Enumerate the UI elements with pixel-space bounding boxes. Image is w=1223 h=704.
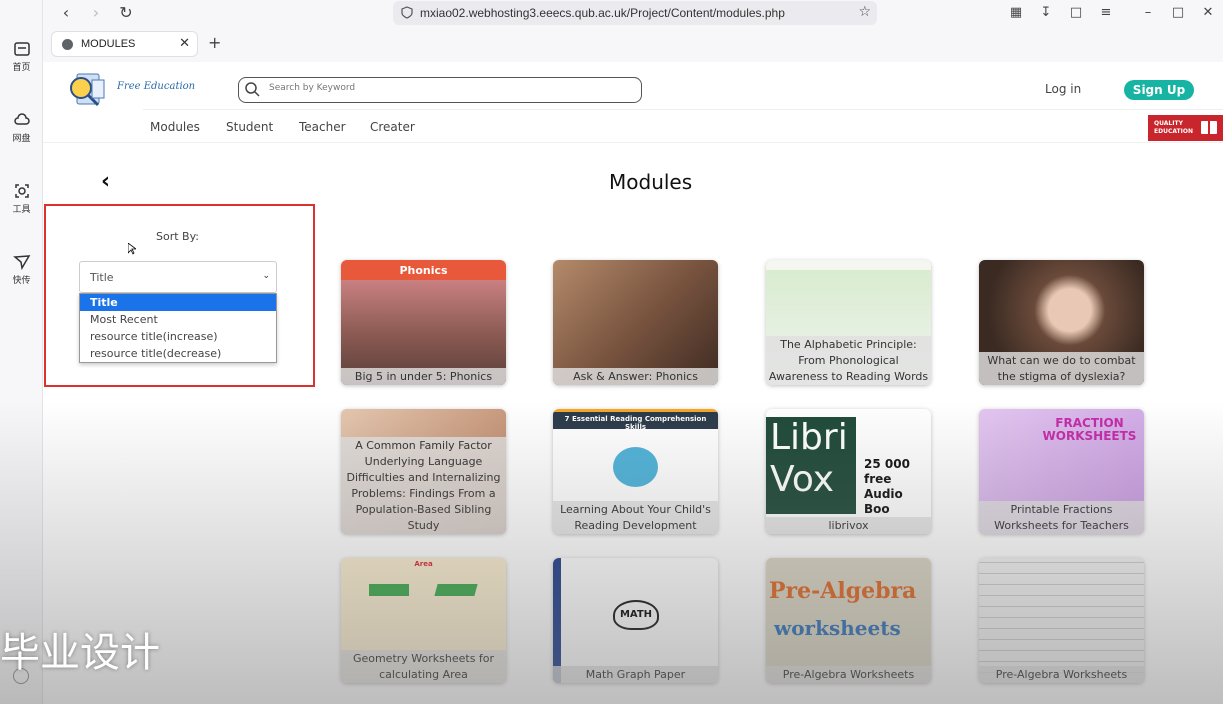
logo-icon[interactable] xyxy=(65,68,111,110)
new-tab-icon[interactable]: + xyxy=(208,33,221,52)
minimize-icon[interactable]: – xyxy=(1140,5,1156,21)
browser-sidebar: 首页 网盘 工具 快传 xyxy=(0,0,43,704)
card-thumbnail xyxy=(341,260,506,385)
card-caption: The Alphabetic Principle: From Phonologi… xyxy=(766,336,931,385)
book-icon xyxy=(1201,121,1217,134)
menu-icon[interactable]: ≡ xyxy=(1098,5,1114,21)
signup-button[interactable]: Sign Up xyxy=(1124,80,1194,100)
url-text: mxiao02.webhosting3.eeecs.qub.ac.uk/Proj… xyxy=(420,6,785,20)
mouse-cursor-icon xyxy=(128,243,136,255)
page-title: Modules xyxy=(609,170,693,194)
globe-icon xyxy=(62,39,73,50)
module-card[interactable]: What can we do to combat the stigma of d… xyxy=(979,260,1144,385)
brain-icon xyxy=(613,447,658,487)
nav-modules[interactable]: Modules xyxy=(150,120,200,134)
cloud-icon xyxy=(13,113,30,125)
nav-creater[interactable]: Creater xyxy=(370,120,415,134)
tools-icon xyxy=(14,184,29,198)
search-input[interactable] xyxy=(269,83,629,93)
close-window-icon[interactable]: ✕ xyxy=(1200,5,1216,21)
card-caption: Big 5 in under 5: Phonics xyxy=(341,368,506,385)
search-box[interactable] xyxy=(238,77,642,103)
login-link[interactable]: Log in xyxy=(1045,82,1081,96)
card-caption: Pre-Algebra Worksheets xyxy=(766,666,931,683)
address-bar[interactable]: mxiao02.webhosting3.eeecs.qub.ac.uk/Proj… xyxy=(393,1,877,25)
chevron-down-icon: ⌄ xyxy=(262,271,270,281)
search-icon xyxy=(245,82,260,97)
module-card[interactable]: The Alphabetic Principle: From Phonologi… xyxy=(766,260,931,385)
module-card[interactable]: 7 Essential Reading Comprehension Skills… xyxy=(553,409,718,534)
website: Free Education Log in Sign Up Modules St… xyxy=(43,62,1223,704)
card-caption: Geometry Worksheets for calculating Area xyxy=(341,650,506,683)
forward-nav-icon[interactable]: › xyxy=(87,4,105,22)
send-icon xyxy=(12,255,30,271)
bookmark-star-icon[interactable]: ☆ xyxy=(858,4,871,20)
module-card[interactable]: MATH Math Graph Paper xyxy=(553,558,718,683)
sidebar-item-send[interactable]: 快传 xyxy=(0,253,43,286)
card-thumbnail xyxy=(979,558,1144,683)
home-icon xyxy=(13,42,30,56)
shield-icon xyxy=(401,6,413,19)
sort-option-most-recent[interactable]: Most Recent xyxy=(80,311,276,328)
quality-education-badge: QUALITY EDUCATION xyxy=(1148,115,1223,141)
card-caption: Ask & Answer: Phonics xyxy=(553,368,718,385)
nav-student[interactable]: Student xyxy=(226,120,273,134)
logo-text[interactable]: Free Education xyxy=(117,81,195,92)
librivox-logo: Libri Vox xyxy=(766,417,856,514)
tab-title: MODULES xyxy=(81,38,136,50)
close-tab-icon[interactable]: ✕ xyxy=(179,36,190,51)
download-icon[interactable]: ↧ xyxy=(1038,5,1054,21)
card-caption: Pre-Algebra Worksheets xyxy=(979,666,1144,683)
sort-dropdown: Title Most Recent resource title(increas… xyxy=(79,293,277,363)
sidebar-item-tools[interactable]: 工具 xyxy=(0,182,43,215)
restore-icon[interactable]: □ xyxy=(1170,5,1186,21)
card-caption: Printable Fractions Worksheets for Teach… xyxy=(979,501,1144,534)
overlay-caption: 毕业设计 xyxy=(0,630,160,676)
browser-tab[interactable]: MODULES ✕ xyxy=(51,31,198,57)
module-card[interactable]: Area Geometry Worksheets for calculating… xyxy=(341,558,506,683)
reload-icon[interactable]: ↻ xyxy=(117,4,135,22)
module-card[interactable]: Libri Vox 25 000 free Audio Boo librivox xyxy=(766,409,931,534)
bookmarks-icon[interactable]: □ xyxy=(1068,5,1084,21)
sidebar-item-cloud[interactable]: 网盘 xyxy=(0,111,43,144)
card-caption: Learning About Your Child's Reading Deve… xyxy=(553,501,718,534)
divider xyxy=(143,109,1223,110)
back-nav-icon[interactable]: ‹ xyxy=(57,4,75,22)
sidebar-item-home[interactable]: 首页 xyxy=(0,40,43,73)
sort-option-title-increase[interactable]: resource title(increase) xyxy=(80,328,276,345)
card-caption: A Common Family Factor Underlying Langua… xyxy=(341,437,506,534)
module-card[interactable]: Pre-Algebra worksheets Pre-Algebra Works… xyxy=(766,558,931,683)
sort-option-title-decrease[interactable]: resource title(decrease) xyxy=(80,345,276,362)
module-card[interactable]: Pre-Algebra Worksheets xyxy=(979,558,1144,683)
module-card[interactable]: Ask & Answer: Phonics xyxy=(553,260,718,385)
sort-label: Sort By: xyxy=(156,230,200,243)
sort-select[interactable]: Title ⌄ xyxy=(79,261,277,293)
browser-toolbar: ‹ › ↻ mxiao02.webhosting3.eeecs.qub.ac.u… xyxy=(43,0,1223,62)
nav-teacher[interactable]: Teacher xyxy=(299,120,346,134)
card-caption: What can we do to combat the stigma of d… xyxy=(979,352,1144,385)
sort-panel: Sort By: Title ⌄ Title Most Recent resou… xyxy=(44,204,315,387)
module-card[interactable]: A Common Family Factor Underlying Langua… xyxy=(341,409,506,534)
extensions-icon[interactable]: ▦ xyxy=(1008,5,1024,21)
card-thumbnail xyxy=(553,260,718,385)
card-caption: Math Graph Paper xyxy=(553,666,718,683)
sort-option-title[interactable]: Title xyxy=(80,294,276,311)
module-card[interactable]: FRACTION WORKSHEETS Printable Fractions … xyxy=(979,409,1144,534)
card-caption: librivox xyxy=(766,517,931,534)
module-card[interactable]: Phonics Big 5 in under 5: Phonics xyxy=(341,260,506,385)
back-button[interactable]: ‹ xyxy=(101,169,110,194)
